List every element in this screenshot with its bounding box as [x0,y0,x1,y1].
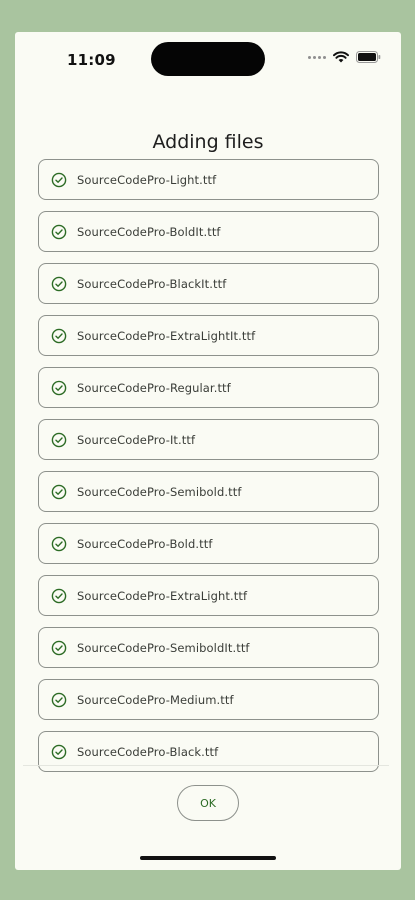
ok-button[interactable]: OK [177,785,239,821]
file-list-item: SourceCodePro-Medium.ttf [38,679,379,720]
check-circle-icon [51,432,67,447]
file-name: SourceCodePro-Semibold.ttf [77,484,242,499]
status-bar: 11:09 [15,32,401,88]
file-list-item: SourceCodePro-Bold.ttf [38,523,379,564]
file-list-item: SourceCodePro-It.ttf [38,419,379,460]
file-name: SourceCodePro-It.ttf [77,432,196,447]
file-name: SourceCodePro-Bold.ttf [77,536,213,551]
file-name: SourceCodePro-SemiboldIt.ttf [77,640,250,655]
file-name: SourceCodePro-Light.ttf [77,172,217,187]
battery-icon [356,51,381,63]
check-circle-icon [51,380,67,395]
file-name: SourceCodePro-ExtraLightIt.ttf [77,328,256,343]
status-time: 11:09 [67,51,116,69]
file-list-item: SourceCodePro-ExtraLightIt.ttf [38,315,379,356]
check-circle-icon [51,276,67,291]
check-circle-icon [51,328,67,343]
check-circle-icon [51,172,67,187]
check-circle-icon [51,536,67,551]
file-name: SourceCodePro-Black.ttf [77,744,219,759]
file-name: SourceCodePro-Medium.ttf [77,692,234,707]
file-list-item: SourceCodePro-ExtraLight.ttf [38,575,379,616]
file-name: SourceCodePro-Regular.ttf [77,380,231,395]
file-list-item: SourceCodePro-BoldIt.ttf [38,211,379,252]
file-list-item: SourceCodePro-BlackIt.ttf [38,263,379,304]
file-list-item: SourceCodePro-Light.ttf [38,159,379,200]
check-circle-icon [51,224,67,239]
home-indicator[interactable] [140,856,276,860]
file-list-item: SourceCodePro-SemiboldIt.ttf [38,627,379,668]
wifi-icon [333,51,349,63]
check-circle-icon [51,692,67,707]
divider [23,765,389,766]
phone-screen: 11:09 Adding files SourceCodePro-Light.t… [15,32,401,870]
file-name: SourceCodePro-BoldIt.ttf [77,224,221,239]
check-circle-icon [51,484,67,499]
file-list-item: SourceCodePro-Regular.ttf [38,367,379,408]
file-name: SourceCodePro-ExtraLight.ttf [77,588,248,603]
dynamic-island [151,42,265,76]
file-list[interactable]: SourceCodePro-Light.ttf SourceCodePro-Bol… [38,159,379,792]
file-name: SourceCodePro-BlackIt.ttf [77,276,227,291]
check-circle-icon [51,588,67,603]
file-list-item: SourceCodePro-Semibold.ttf [38,471,379,512]
signal-dots-icon [308,55,326,59]
check-circle-icon [51,744,67,759]
status-icons [308,51,381,63]
dialog-title: Adding files [152,131,264,153]
check-circle-icon [51,640,67,655]
